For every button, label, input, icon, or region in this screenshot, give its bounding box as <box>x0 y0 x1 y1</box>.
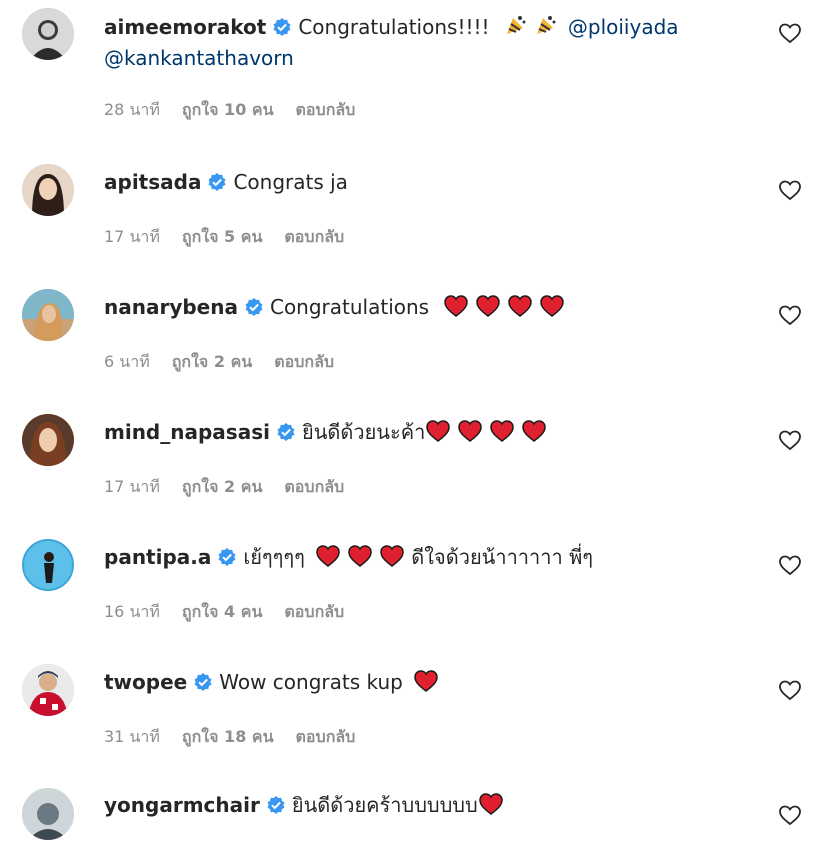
comment-text-continued: ดีใจด้วยน้าาาาาา พี่ๆ <box>411 545 594 569</box>
comment-meta: 28 นาที ถูกใจ 10 คน ตอบกลับ <box>104 100 377 120</box>
comment-text: ยินดีด้วยนะค้า <box>301 420 426 444</box>
party-popper-emoji <box>504 13 528 37</box>
avatar[interactable] <box>22 8 74 60</box>
red-heart-emoji <box>489 419 515 443</box>
comment-body: apitsada Congrats ja <box>104 167 760 198</box>
reply-button[interactable]: ตอบกลับ <box>274 352 334 371</box>
avatar[interactable] <box>22 164 74 216</box>
comment-username[interactable]: apitsada <box>104 170 201 194</box>
comment-likes-count[interactable]: ถูกใจ 5 คน <box>182 227 262 246</box>
red-heart-emoji <box>478 792 504 816</box>
mention-link[interactable]: @ploiiyada <box>568 15 679 39</box>
reply-button[interactable]: ตอบกลับ <box>284 602 344 621</box>
comment-item: yongarmchair ยินดีด้วยคร้าบบบบบบ <box>0 782 820 851</box>
verified-badge-icon <box>244 297 264 317</box>
like-button[interactable] <box>778 804 802 826</box>
reply-button[interactable]: ตอบกลับ <box>296 100 356 119</box>
verified-badge-icon <box>193 672 213 692</box>
red-heart-emoji <box>347 544 373 568</box>
comment-time: 17 นาที <box>104 477 160 496</box>
comment-likes-count[interactable]: ถูกใจ 4 คน <box>182 602 262 621</box>
red-heart-emoji <box>507 294 533 318</box>
red-heart-emoji <box>413 669 439 693</box>
comment-meta: 17 นาที ถูกใจ 2 คน ตอบกลับ <box>104 477 366 497</box>
verified-badge-icon <box>207 172 227 192</box>
heart-outline-icon <box>779 555 801 576</box>
mention-link[interactable]: @kankantathavorn <box>104 46 294 70</box>
comment-meta: 17 นาที ถูกใจ 5 คน ตอบกลับ <box>104 227 366 247</box>
red-heart-emoji <box>539 294 565 318</box>
comment-meta: 31 นาที ถูกใจ 18 คน ตอบกลับ <box>104 727 377 747</box>
verified-badge-icon <box>272 17 292 37</box>
comment-text: Congratulations <box>269 295 430 319</box>
comment-text: ยินดีด้วยคร้าบบบบบบ <box>291 793 478 817</box>
comment-likes-count[interactable]: ถูกใจ 2 คน <box>182 477 262 496</box>
party-popper-emoji <box>534 13 558 37</box>
red-heart-emoji <box>521 419 547 443</box>
comment-list: aimeemorakot Congratulations!!!! @ploiiya… <box>0 0 820 851</box>
like-button[interactable] <box>778 679 802 701</box>
comment-body: twopee Wow congrats kup <box>104 667 760 698</box>
comment-body: aimeemorakot Congratulations!!!! @ploiiya… <box>104 12 760 74</box>
red-heart-emoji <box>457 419 483 443</box>
heart-outline-icon <box>779 180 801 201</box>
avatar[interactable] <box>22 539 74 591</box>
comment-meta: 16 นาที ถูกใจ 4 คน ตอบกลับ <box>104 602 366 622</box>
red-heart-emoji <box>443 294 469 318</box>
comment-time: 6 นาที <box>104 352 150 371</box>
comment-likes-count[interactable]: ถูกใจ 2 คน <box>172 352 252 371</box>
comment-meta: 6 นาที ถูกใจ 2 คน ตอบกลับ <box>104 352 356 372</box>
comment-text: Congrats ja <box>233 170 348 194</box>
heart-outline-icon <box>779 430 801 451</box>
comment-username[interactable]: yongarmchair <box>104 793 260 817</box>
verified-badge-icon <box>217 547 237 567</box>
comment-body: yongarmchair ยินดีด้วยคร้าบบบบบบ <box>104 790 760 821</box>
comment-username[interactable]: mind_napasasi <box>104 420 270 444</box>
like-button[interactable] <box>778 554 802 576</box>
comment-username[interactable]: pantipa.a <box>104 545 211 569</box>
reply-button[interactable]: ตอบกลับ <box>284 227 344 246</box>
reply-button[interactable]: ตอบกลับ <box>284 477 344 496</box>
like-button[interactable] <box>778 304 802 326</box>
comment-time: 16 นาที <box>104 602 160 621</box>
comment-likes-count[interactable]: ถูกใจ 18 คน <box>182 727 274 746</box>
red-heart-emoji <box>379 544 405 568</box>
comment-text: Congratulations!!!! <box>298 15 490 39</box>
comment-body: pantipa.a เย้ๆๆๆๆ ดีใจด้วยน้าาาาาา พี่ๆ <box>104 542 760 573</box>
red-heart-emoji <box>315 544 341 568</box>
avatar[interactable] <box>22 664 74 716</box>
heart-outline-icon <box>779 305 801 326</box>
heart-outline-icon <box>779 805 801 826</box>
like-button[interactable] <box>778 179 802 201</box>
like-button[interactable] <box>778 22 802 44</box>
comment-time: 31 นาที <box>104 727 160 746</box>
like-button[interactable] <box>778 429 802 451</box>
verified-badge-icon <box>266 795 286 815</box>
comment-username[interactable]: aimeemorakot <box>104 15 266 39</box>
verified-badge-icon <box>276 422 296 442</box>
avatar[interactable] <box>22 788 74 840</box>
comment-text: Wow congrats kup <box>219 670 403 694</box>
red-heart-emoji <box>475 294 501 318</box>
comment-likes-count[interactable]: ถูกใจ 10 คน <box>182 100 274 119</box>
avatar[interactable] <box>22 289 74 341</box>
comment-time: 28 นาที <box>104 100 160 119</box>
heart-outline-icon <box>779 23 801 44</box>
reply-button[interactable]: ตอบกลับ <box>296 727 356 746</box>
comment-time: 17 นาที <box>104 227 160 246</box>
comment-text: เย้ๆๆๆๆ <box>243 545 305 569</box>
comment-username[interactable]: nanarybena <box>104 295 238 319</box>
heart-outline-icon <box>779 680 801 701</box>
comment-body: mind_napasasi ยินดีด้วยนะค้า <box>104 417 760 448</box>
comment-username[interactable]: twopee <box>104 670 187 694</box>
avatar[interactable] <box>22 414 74 466</box>
red-heart-emoji <box>425 419 451 443</box>
comment-body: nanarybena Congratulations <box>104 292 760 323</box>
